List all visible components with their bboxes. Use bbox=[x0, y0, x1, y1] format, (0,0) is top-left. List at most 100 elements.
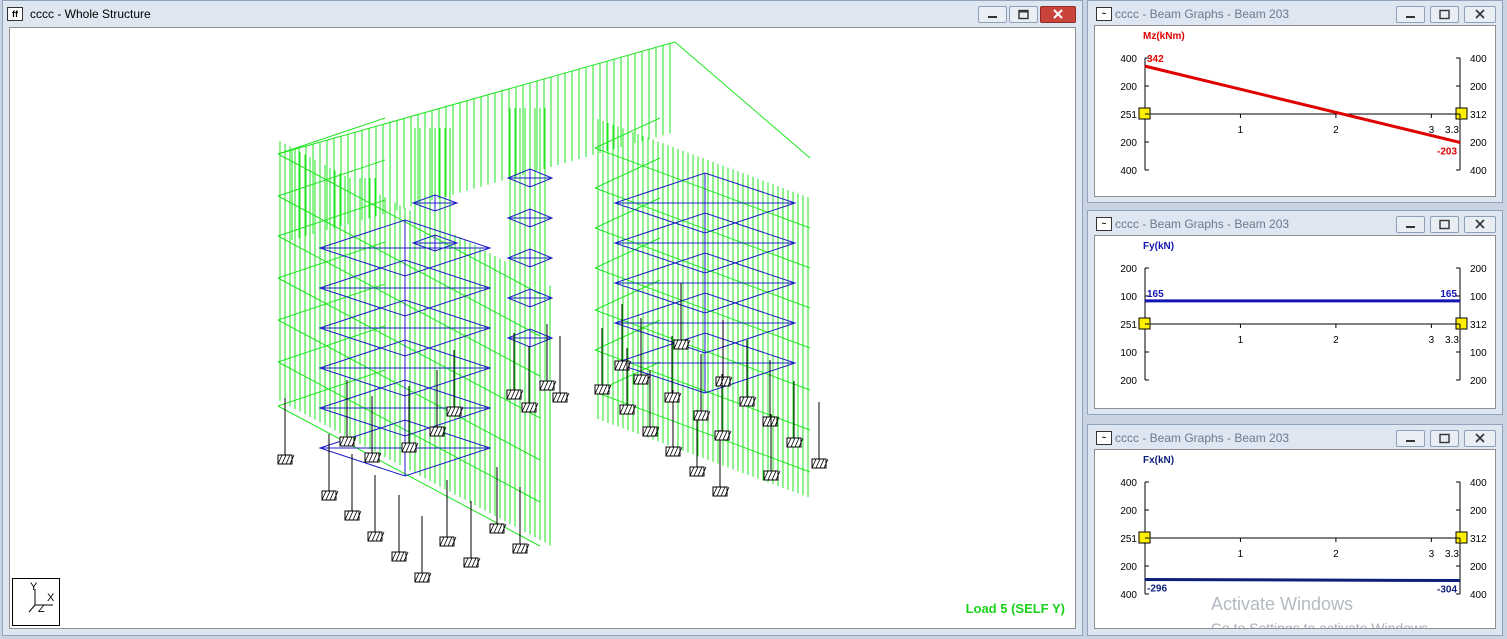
graph-area: 400 200 251 200 400 400 200 312 200 400 1 2 3 3.3 Fx(k… bbox=[1094, 449, 1496, 629]
end-value-label: -304 bbox=[1437, 585, 1457, 596]
close-button[interactable] bbox=[1464, 430, 1496, 447]
x-tick-label: 3.3 bbox=[1445, 335, 1459, 346]
graph-area: 400 200 251 200 400 400 200 312 200 400 1 2 3 3.3 Mz(k… bbox=[1094, 25, 1496, 197]
right-tick-label: 200 bbox=[1470, 264, 1487, 275]
left-tick-label: 200 bbox=[1120, 82, 1137, 93]
window-title: cccc - Beam Graphs - Beam 203 bbox=[1115, 217, 1290, 231]
x-tick-label: 1 bbox=[1238, 335, 1244, 346]
axis-triad: Y X Z bbox=[12, 578, 60, 626]
x-tick-label: 2 bbox=[1333, 125, 1339, 136]
right-tick-label: 200 bbox=[1470, 376, 1487, 387]
floor-edge-side bbox=[277, 241, 386, 279]
graph-window-icon[interactable]: ~ bbox=[1096, 431, 1112, 445]
beam-graph-window-fy[interactable]: ~ cccc - Beam Graphs - Beam 203 200 100 25… bbox=[1087, 210, 1503, 415]
left-tick-label: 400 bbox=[1120, 54, 1137, 65]
left-tick-label: 400 bbox=[1120, 590, 1137, 601]
whole-structure-window[interactable]: ff cccc - Whole Structure Y X Z Load 5 (… bbox=[2, 0, 1083, 636]
right-tick-label: 312 bbox=[1470, 534, 1487, 545]
right-tick-label: 200 bbox=[1470, 506, 1487, 517]
right-tick-label: 400 bbox=[1470, 590, 1487, 601]
left-tick-label: 200 bbox=[1120, 138, 1137, 149]
end-value-label: 165 bbox=[1440, 289, 1457, 300]
left-tick-label: 100 bbox=[1120, 348, 1137, 359]
left-tick-label: 200 bbox=[1120, 506, 1137, 517]
x-tick-label: 2 bbox=[1333, 549, 1339, 560]
close-icon bbox=[1475, 219, 1485, 229]
title-bar[interactable]: ~ cccc - Beam Graphs - Beam 203 bbox=[1088, 425, 1502, 451]
maximize-button[interactable] bbox=[1430, 216, 1459, 233]
start-value-label: 342 bbox=[1147, 54, 1164, 65]
activation-watermark-text: Go to Settings to activate Windows. bbox=[1211, 620, 1432, 629]
left-tick-label: 400 bbox=[1120, 478, 1137, 489]
close-icon bbox=[1475, 433, 1485, 443]
right-tick-label: 312 bbox=[1470, 110, 1487, 121]
x-tick-label: 2 bbox=[1333, 335, 1339, 346]
window-title: cccc - Beam Graphs - Beam 203 bbox=[1115, 7, 1290, 21]
right-tick-label: 100 bbox=[1470, 348, 1487, 359]
minimize-button[interactable] bbox=[978, 6, 1007, 23]
quantity-label: Fy(kN) bbox=[1143, 241, 1174, 252]
floor-edge-side bbox=[277, 369, 386, 407]
force-diagram-line bbox=[1144, 577, 1461, 583]
minimize-button[interactable] bbox=[1396, 6, 1425, 23]
right-tick-label: 100 bbox=[1470, 292, 1487, 303]
x-tick-label: 3.3 bbox=[1445, 125, 1459, 136]
x-tick-label: 3 bbox=[1429, 549, 1435, 560]
maximize-button[interactable] bbox=[1009, 6, 1038, 23]
right-tick-label: 400 bbox=[1470, 478, 1487, 489]
left-tick-label: 251 bbox=[1120, 110, 1137, 121]
right-tick-label: 312 bbox=[1470, 320, 1487, 331]
structure-drawing bbox=[277, 41, 829, 583]
maximize-icon bbox=[1439, 9, 1450, 20]
right-tick-label: 200 bbox=[1470, 82, 1487, 93]
right-tick-label: 400 bbox=[1470, 166, 1487, 177]
right-tick-label: 200 bbox=[1470, 138, 1487, 149]
graph-area: 200 100 251 100 200 200 100 312 100 200 1 2 3 3.3 Fy(k… bbox=[1094, 235, 1496, 409]
load-case-label: Load 5 (SELF Y) bbox=[965, 601, 1065, 616]
structure-3d-model[interactable] bbox=[10, 28, 1076, 629]
right-tick-label: 400 bbox=[1470, 54, 1487, 65]
close-icon bbox=[1475, 9, 1485, 19]
graph-window-icon[interactable]: ~ bbox=[1096, 7, 1112, 21]
right-tick-label: 200 bbox=[1470, 562, 1487, 573]
minimize-icon bbox=[1406, 440, 1415, 442]
app-icon[interactable]: ff bbox=[7, 7, 23, 21]
minimize-button[interactable] bbox=[1396, 430, 1425, 447]
structure-viewport[interactable]: Y X Z Load 5 (SELF Y) bbox=[9, 27, 1076, 629]
close-button[interactable] bbox=[1464, 216, 1496, 233]
window-title: cccc - Whole Structure bbox=[30, 7, 151, 21]
close-button[interactable] bbox=[1040, 6, 1076, 23]
start-value-label: -296 bbox=[1147, 583, 1167, 594]
left-tick-label: 200 bbox=[1120, 376, 1137, 387]
left-tick-label: 200 bbox=[1120, 562, 1137, 573]
graph-content: 400 200 251 200 400 400 200 312 200 400 1 2 3 3.3 Fx(k… bbox=[1120, 455, 1487, 601]
graph-content: 4002002512004004002003122004001 2 3 3.3Mz(k… bbox=[1120, 31, 1487, 177]
member-loads bbox=[277, 41, 811, 547]
minimize-button[interactable] bbox=[1396, 216, 1425, 233]
close-button[interactable] bbox=[1464, 6, 1496, 23]
window-title: cccc - Beam Graphs - Beam 203 bbox=[1115, 431, 1290, 445]
title-bar[interactable]: ~ cccc - Beam Graphs - Beam 203 bbox=[1088, 211, 1502, 237]
beam-graph-window-fx[interactable]: ~ cccc - Beam Graphs - Beam 203 400 200 25… bbox=[1087, 424, 1503, 636]
activation-watermark-title: Activate Windows bbox=[1211, 594, 1354, 614]
maximize-icon bbox=[1018, 9, 1029, 20]
floor-edge-side bbox=[277, 283, 386, 321]
minimize-icon bbox=[1406, 226, 1415, 228]
maximize-button[interactable] bbox=[1430, 6, 1459, 23]
axis-y-label: Y bbox=[30, 581, 38, 593]
x-tick-label: 1 bbox=[1238, 125, 1244, 136]
title-bar[interactable]: ff cccc - Whole Structure bbox=[3, 1, 1082, 27]
maximize-icon bbox=[1439, 433, 1450, 444]
left-tick-label: 251 bbox=[1120, 320, 1137, 331]
maximize-icon bbox=[1439, 219, 1450, 230]
graph-window-icon[interactable]: ~ bbox=[1096, 217, 1112, 231]
end-value-label: -203 bbox=[1437, 146, 1457, 157]
quantity-label: Mz(kNm) bbox=[1143, 31, 1185, 42]
title-bar[interactable]: ~ cccc - Beam Graphs - Beam 203 bbox=[1088, 1, 1502, 27]
quantity-label: Fx(kN) bbox=[1143, 455, 1174, 466]
beam-graph-window-mz[interactable]: ~ cccc - Beam Graphs - Beam 203 400 200 25… bbox=[1087, 0, 1503, 203]
close-icon bbox=[1053, 9, 1063, 19]
roof-edge bbox=[674, 41, 811, 159]
left-tick-label: 251 bbox=[1120, 534, 1137, 545]
maximize-button[interactable] bbox=[1430, 430, 1459, 447]
